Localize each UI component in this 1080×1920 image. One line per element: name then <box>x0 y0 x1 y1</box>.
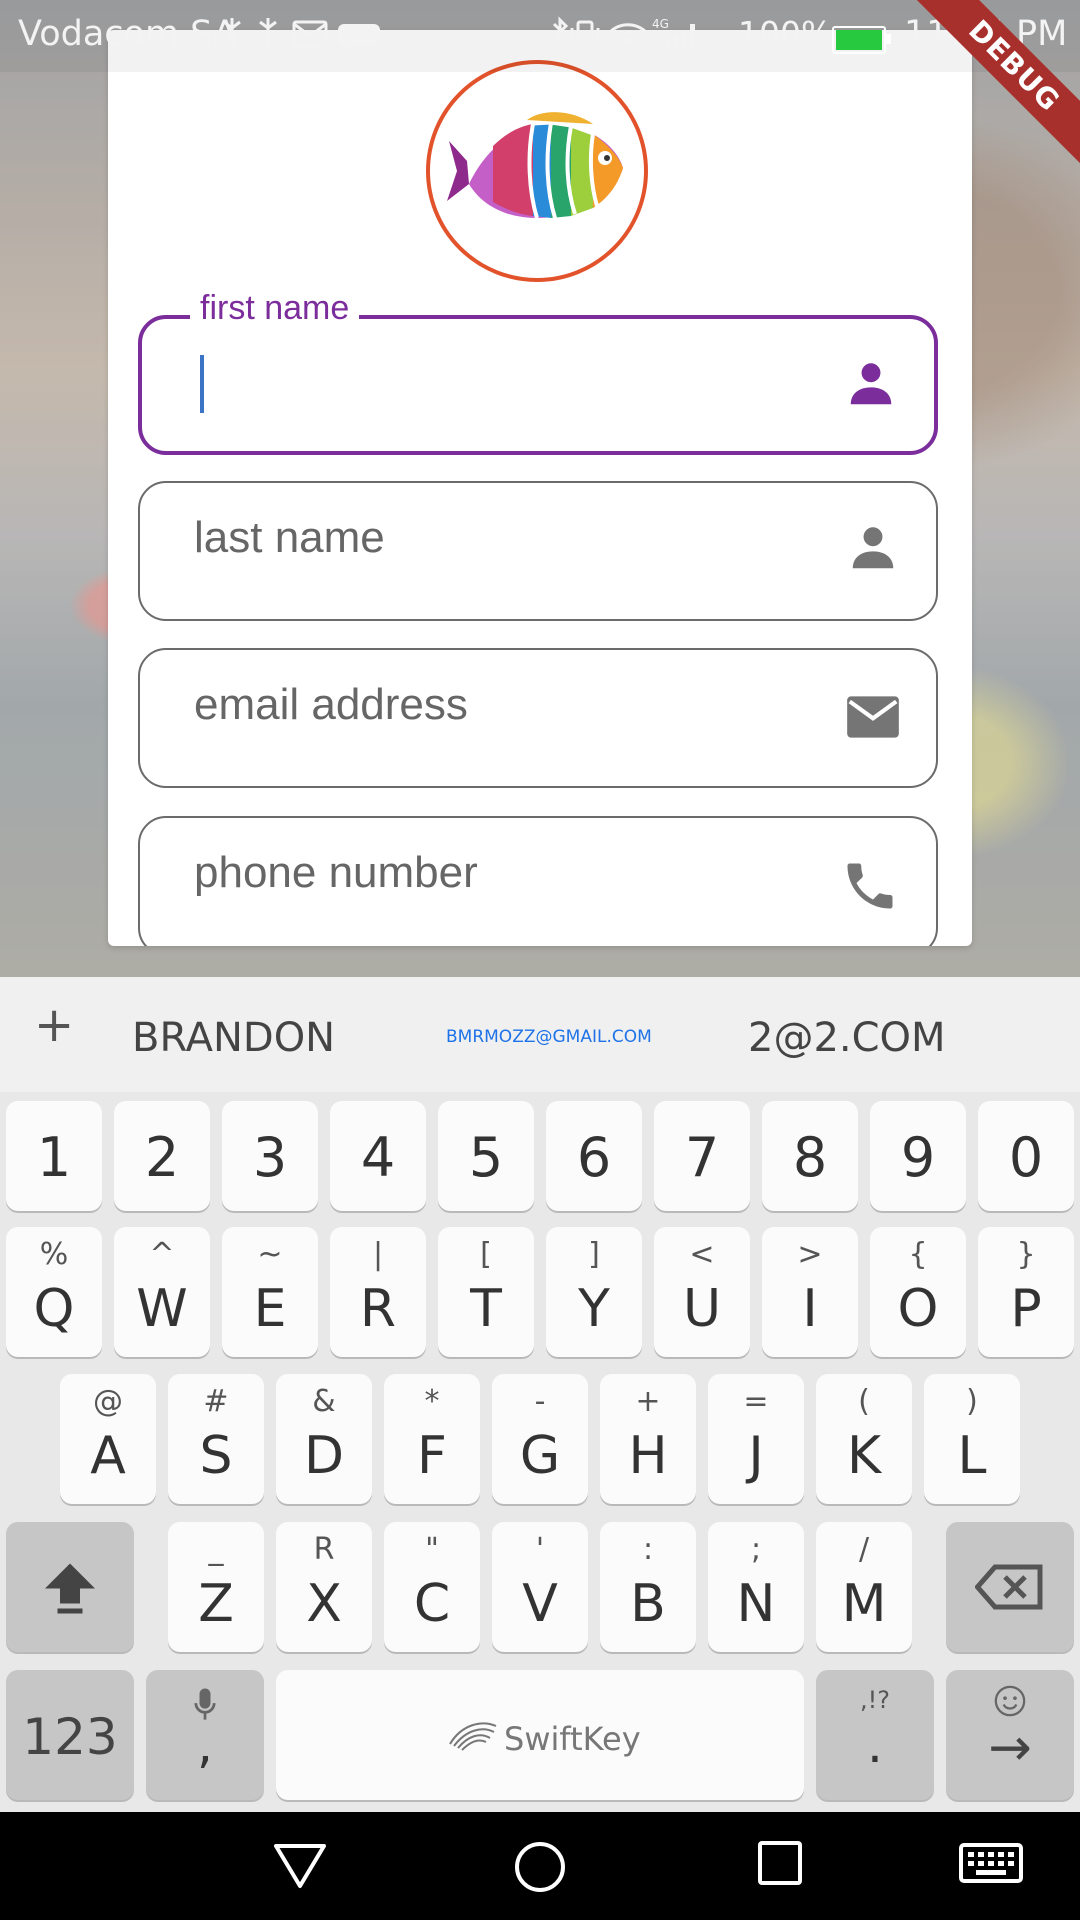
suggestion-bar: + BRANDON BMRMOZZ@GMAIL.COM 2@2.COM <box>0 977 1080 1092</box>
email-placeholder: email address <box>194 680 468 729</box>
key-u[interactable]: < U <box>654 1227 750 1357</box>
suggestion-2[interactable]: BMRMOZZ@GMAIL.COM <box>446 1027 652 1047</box>
enter-key[interactable]: → <box>946 1670 1074 1800</box>
key-y[interactable]: ] Y <box>546 1227 642 1357</box>
home-icon[interactable] <box>513 1840 567 1894</box>
swiftkey-logo-icon <box>449 1722 497 1751</box>
shift-arrow-icon <box>45 1563 95 1614</box>
key-v[interactable]: ' V <box>492 1522 588 1652</box>
key-p[interactable]: } P <box>978 1227 1074 1357</box>
carrier-name: Vodacom SA <box>18 14 237 54</box>
key-1[interactable]: 1 <box>6 1101 102 1211</box>
first-name-label: first name <box>190 289 360 328</box>
bluetooth-vibrate-wifi-signal-icons: 4G <box>552 16 695 50</box>
backspace-icon <box>975 1564 1043 1610</box>
key-q[interactable]: % Q <box>6 1227 102 1357</box>
key-e[interactable]: ~ E <box>222 1227 318 1357</box>
key-3[interactable]: 3 <box>222 1101 318 1211</box>
comma-key[interactable]: , <box>146 1670 264 1800</box>
shift-key[interactable] <box>6 1522 134 1652</box>
recents-icon[interactable] <box>757 1840 803 1886</box>
system-icons: 4G 100% <box>548 14 832 66</box>
key-m[interactable]: / M <box>816 1522 912 1652</box>
suggestion-1[interactable]: BRANDON <box>132 1015 335 1061</box>
key-g[interactable]: -G <box>492 1374 588 1504</box>
signup-card: first name last name email address phone… <box>108 30 972 946</box>
key-h[interactable]: + H <box>600 1374 696 1504</box>
period-key[interactable]: ,!? . <box>816 1670 934 1800</box>
key-a[interactable]: @ A <box>60 1374 156 1504</box>
numbers-key[interactable]: 123 <box>6 1670 134 1800</box>
space-bar[interactable]: SwiftKey <box>276 1670 804 1800</box>
last-name-placeholder: last name <box>194 513 385 562</box>
key-t[interactable]: [T <box>438 1227 534 1357</box>
key-f[interactable]: * F <box>384 1374 480 1504</box>
key-2[interactable]: 2 <box>114 1101 210 1211</box>
rainbow-fish-icon <box>447 112 623 219</box>
back-icon[interactable] <box>272 1840 328 1892</box>
navigation-bar <box>0 1812 1080 1920</box>
network-badge: 4G <box>652 17 669 31</box>
key-7[interactable]: 7 <box>654 1101 750 1211</box>
key-s[interactable]: # S <box>168 1374 264 1504</box>
add-icon[interactable]: + <box>34 997 74 1053</box>
key-i[interactable]: > I <box>762 1227 858 1357</box>
person-icon <box>852 527 894 569</box>
key-j[interactable]: = J <box>708 1374 804 1504</box>
key-b[interactable]: :B <box>600 1522 696 1652</box>
key-9[interactable]: 9 <box>870 1101 966 1211</box>
phone-placeholder: phone number <box>194 848 478 897</box>
key-z[interactable]: _ Z <box>168 1522 264 1652</box>
last-name-field[interactable]: last name <box>138 481 938 621</box>
phone-field[interactable]: phone number <box>138 816 938 946</box>
first-name-field[interactable]: first name <box>138 289 938 455</box>
text-cursor <box>200 355 204 413</box>
fish-logo <box>426 60 648 282</box>
backspace-key[interactable] <box>946 1522 1074 1652</box>
battery-percent: 100% <box>738 14 833 53</box>
key-4[interactable]: 4 <box>330 1101 426 1211</box>
email-field[interactable]: email address <box>138 648 938 788</box>
key-r[interactable]: | R <box>330 1227 426 1357</box>
key-w[interactable]: ^ W <box>114 1227 210 1357</box>
notification-icons <box>222 14 422 62</box>
phone-icon <box>847 863 893 909</box>
key-8[interactable]: 8 <box>762 1101 858 1211</box>
key-c[interactable]: " C <box>384 1522 480 1652</box>
emoji-icon <box>994 1685 1026 1717</box>
mail-icon <box>847 696 899 738</box>
keyboard-switch-icon[interactable] <box>958 1840 1024 1886</box>
key-n[interactable]: ; N <box>708 1522 804 1652</box>
key-l[interactable]: ) L <box>924 1374 1020 1504</box>
status-bar: Vodacom SA 4G 100% 11:55 PM <box>0 0 1080 72</box>
suggestion-3[interactable]: 2@2.COM <box>748 1015 946 1061</box>
key-x[interactable]: RX <box>276 1522 372 1652</box>
person-icon <box>850 363 892 405</box>
enter-arrow-icon: → <box>988 1718 1032 1778</box>
swiftkey-keyboard: + BRANDON BMRMOZZ@GMAIL.COM 2@2.COM 1 2 … <box>0 977 1080 1812</box>
swiftkey-wordmark: SwiftKey <box>504 1720 641 1758</box>
key-d[interactable]: & D <box>276 1374 372 1504</box>
key-5[interactable]: 5 <box>438 1101 534 1211</box>
key-o[interactable]: {O <box>870 1227 966 1357</box>
key-0[interactable]: 0 <box>978 1101 1074 1211</box>
key-6[interactable]: 6 <box>546 1101 642 1211</box>
key-k[interactable]: (K <box>816 1374 912 1504</box>
usb-mail-chat-icons <box>223 18 380 52</box>
battery-icon <box>832 26 891 54</box>
